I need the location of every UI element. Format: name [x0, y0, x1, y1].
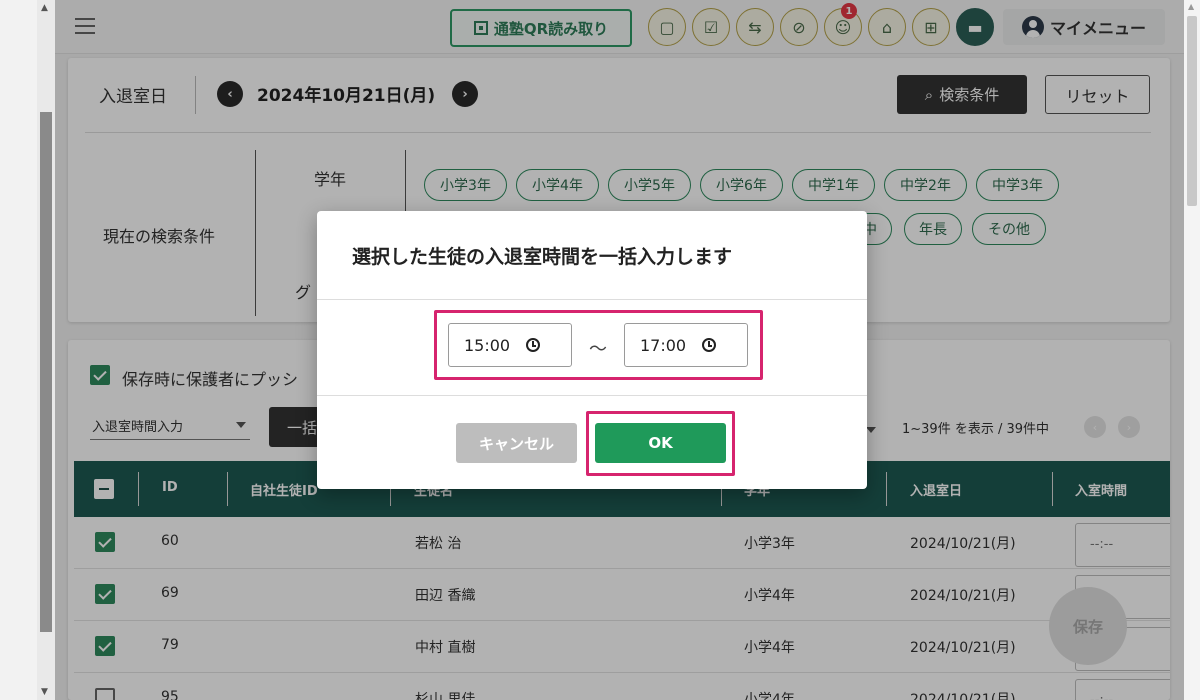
clock-icon[interactable]: [702, 338, 717, 352]
page-scrollbar[interactable]: ▲ ▼: [37, 0, 55, 700]
divider: [317, 395, 867, 396]
scrollbar-thumb[interactable]: [1187, 16, 1197, 206]
divider: [317, 299, 867, 300]
range-separator: ～: [589, 339, 607, 360]
clock-icon[interactable]: [526, 338, 541, 352]
dialog-title: 選択した生徒の入退室時間を一括入力します: [352, 246, 733, 268]
right-scrollbar[interactable]: ▲: [1184, 0, 1200, 700]
start-time-value: 15:00: [464, 335, 511, 355]
end-time-input[interactable]: 17:00: [624, 323, 748, 367]
end-time-value: 17:00: [640, 335, 687, 355]
scroll-down-icon[interactable]: ▼: [41, 687, 48, 697]
start-time-input[interactable]: 15:00: [448, 323, 572, 367]
scroll-up-icon[interactable]: ▲: [41, 3, 48, 13]
ok-button[interactable]: OK: [595, 423, 726, 463]
scrollbar-thumb[interactable]: [40, 112, 52, 632]
bulk-time-dialog: 選択した生徒の入退室時間を一括入力します 15:00 ～ 17:00 キャンセル…: [317, 211, 867, 489]
scroll-up-icon[interactable]: ▲: [1188, 2, 1194, 11]
cancel-button[interactable]: キャンセル: [456, 423, 577, 463]
